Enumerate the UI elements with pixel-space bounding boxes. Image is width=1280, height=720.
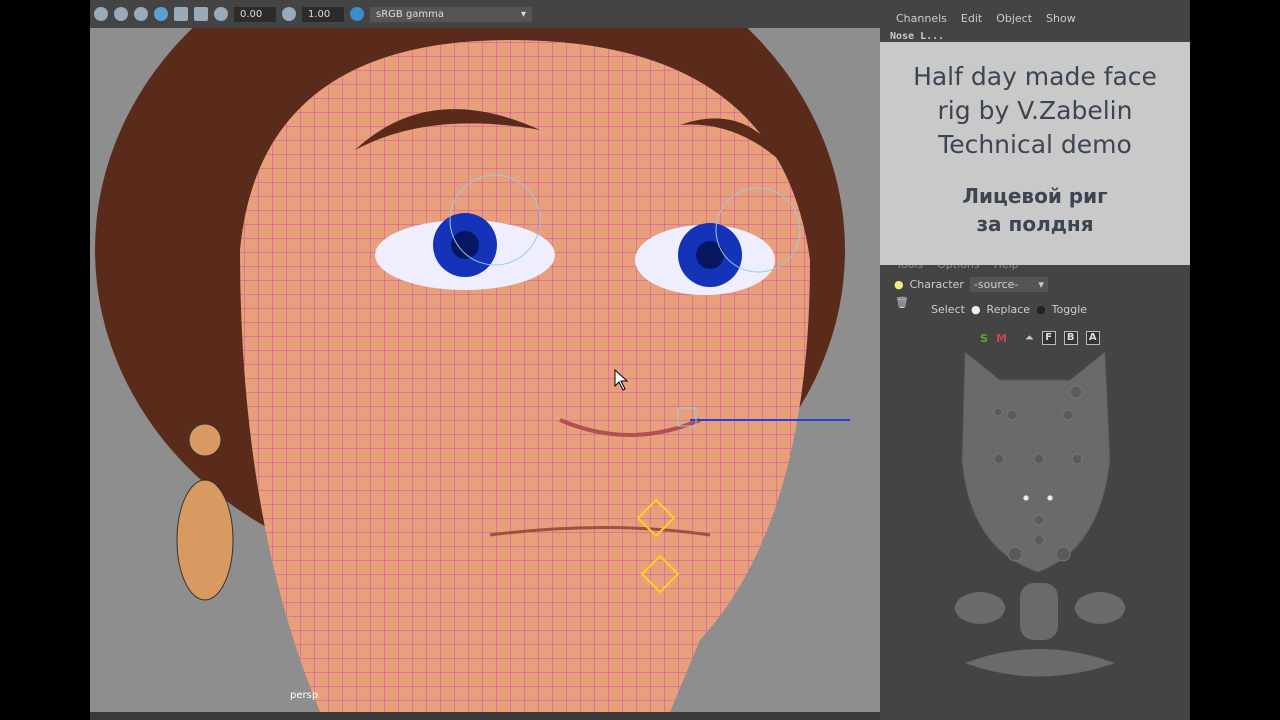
menu-object[interactable]: Object (996, 12, 1032, 25)
earring (176, 479, 234, 601)
character-label: Character (909, 278, 964, 291)
chevron-down-icon: ▾ (1038, 278, 1044, 291)
gamma-field[interactable]: 1.00 (302, 6, 344, 22)
back-button[interactable]: B (1063, 331, 1078, 345)
color-space-select[interactable]: sRGB gamma ▾ (370, 6, 532, 22)
s-button[interactable]: S (980, 332, 988, 345)
camera-label: persp (290, 690, 319, 701)
title-line: Technical demo (938, 130, 1132, 159)
front-button[interactable]: F (1041, 331, 1056, 345)
right-panel: Channels Edit Object Show Nose L... Tool… (880, 0, 1190, 720)
ao-icon[interactable] (134, 7, 148, 21)
picker-right-eye[interactable] (1075, 592, 1125, 624)
color-management-icon[interactable] (350, 7, 364, 21)
chevron-down-icon: ▾ (520, 8, 526, 20)
toggle-radio[interactable]: ● (1036, 303, 1046, 316)
replace-radio[interactable]: ● (971, 303, 981, 316)
subtitle-line: за полдня (976, 212, 1094, 236)
gamma-icon[interactable] (282, 7, 296, 21)
title-overlay: Half day made face rig by V.Zabelin Tech… (880, 42, 1190, 265)
shadow-icon[interactable] (114, 7, 128, 21)
m-button[interactable]: M (996, 332, 1007, 345)
character-select[interactable]: -source- ▾ (969, 277, 1048, 292)
viewport-toolbar: 0.00 1.00 sRGB gamma ▾ (90, 0, 880, 28)
xray-icon[interactable] (194, 7, 208, 21)
menu-show[interactable]: Show (1046, 12, 1076, 25)
trash-icon[interactable]: 🗑 (895, 296, 909, 309)
selected-node-name: Nose L... (890, 31, 945, 42)
lightbulb-icon[interactable]: ● (894, 278, 904, 291)
title-line: rig by V.Zabelin (937, 96, 1133, 125)
character-value: -source- (973, 278, 1019, 291)
color-space-value: sRGB gamma (376, 8, 445, 20)
face-model (95, 0, 850, 712)
exposure-icon[interactable] (214, 7, 228, 21)
menu-edit[interactable]: Edit (961, 12, 982, 25)
replace-label: Replace (986, 303, 1031, 316)
viewport[interactable]: 0.00 1.00 sRGB gamma ▾ persp (90, 0, 880, 712)
picker-left-eye[interactable] (955, 592, 1005, 624)
time-slider[interactable] (90, 712, 880, 720)
subtitle-line: Лицевой риг (962, 184, 1108, 208)
channel-box-menu: Channels Edit Object Show (896, 12, 1076, 25)
menu-channels[interactable]: Channels (896, 12, 947, 25)
up-arrow-button[interactable]: ⏶ (1025, 331, 1034, 345)
face-picker (955, 350, 1125, 677)
picker-lips[interactable] (965, 649, 1115, 677)
light-icon[interactable] (94, 7, 108, 21)
select-label: Select (931, 303, 965, 316)
toggle-label: Toggle (1051, 303, 1088, 316)
title-line: Half day made face (913, 62, 1157, 91)
isolate-icon[interactable] (154, 7, 168, 21)
select-icon[interactable] (174, 7, 188, 21)
picker-tongue[interactable] (1020, 583, 1058, 640)
exposure-field[interactable]: 0.00 (234, 6, 276, 22)
all-button[interactable]: A (1085, 331, 1100, 345)
